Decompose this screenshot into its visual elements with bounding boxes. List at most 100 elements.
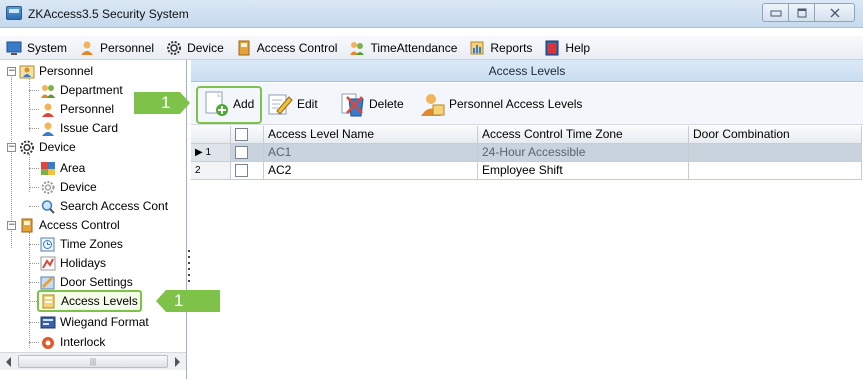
tree-node-personnel-list[interactable]: Personnel	[40, 100, 114, 118]
maximize-icon	[797, 8, 806, 17]
window-controls	[762, 3, 855, 22]
table-row[interactable]: 2 AC2 Employee Shift	[191, 162, 862, 180]
collapse-personnel-toggle[interactable]: −	[7, 67, 16, 76]
door-combination-cell[interactable]	[689, 144, 862, 162]
callout-arrow-icon	[156, 290, 166, 312]
tree-node-time-zones[interactable]: Time Zones	[40, 235, 123, 253]
search-icon	[40, 199, 56, 214]
menu-personnel[interactable]: Personnel	[73, 37, 160, 59]
header-rownum-cell	[191, 126, 231, 144]
tree-node-device[interactable]: Device	[40, 178, 97, 196]
row-checkbox[interactable]	[235, 164, 248, 177]
step-callout-tree: 1	[166, 290, 220, 312]
row-number: 2	[195, 165, 201, 176]
edit-button[interactable]: Edit	[267, 89, 318, 119]
delete-button-label: Delete	[369, 97, 404, 111]
issue-card-icon	[40, 121, 56, 136]
tree-node-interlock[interactable]: Interlock	[40, 333, 105, 351]
minimize-icon	[770, 10, 781, 16]
tree-node-door-settings-label: Door Settings	[60, 275, 133, 289]
table-row[interactable]: ▶ 1 AC1 24-Hour Accessible	[191, 144, 862, 162]
scrollbar-thumb[interactable]: |||	[18, 355, 168, 368]
menu-help[interactable]: Help	[538, 37, 596, 59]
panel-title: Access Levels	[191, 60, 863, 82]
tree-node-door-settings[interactable]: Door Settings	[40, 273, 133, 291]
tree-node-search-access-controller[interactable]: Search Access Cont	[40, 197, 168, 215]
scroll-right-arrow-icon[interactable]	[175, 357, 180, 367]
interlock-icon	[40, 335, 56, 350]
tree-node-area[interactable]: Area	[40, 159, 85, 177]
add-button[interactable]: Add	[203, 89, 254, 119]
tree-node-access-control-label: Access Control	[39, 218, 120, 232]
menu-reports[interactable]: Reports	[463, 37, 538, 59]
system-icon	[6, 40, 22, 56]
row-checkbox[interactable]	[235, 146, 248, 159]
time-zone-cell[interactable]: 24-Hour Accessible	[478, 144, 689, 162]
column-header-door-combination[interactable]: Door Combination	[689, 126, 862, 144]
delete-button[interactable]: Delete	[339, 89, 404, 119]
edit-button-label: Edit	[297, 97, 318, 111]
menu-bar: System Personnel Device Access Control T…	[0, 36, 863, 60]
tree-node-personnel[interactable]: Personnel	[19, 62, 93, 80]
menu-personnel-label: Personnel	[100, 40, 155, 55]
tree-node-department[interactable]: Department	[40, 81, 123, 99]
toolbar: Add Edit Delete Personnel Access Levels	[191, 83, 863, 125]
delete-icon	[339, 91, 365, 117]
time-zone-cell[interactable]: Employee Shift	[478, 162, 689, 180]
department-icon	[40, 83, 56, 98]
reports-icon	[469, 40, 485, 56]
tree-horizontal-scrollbar[interactable]: |||	[0, 352, 186, 370]
personnel-access-levels-label: Personnel Access Levels	[449, 97, 583, 111]
close-button[interactable]	[814, 3, 855, 22]
time-zones-icon	[40, 237, 56, 252]
access-control-icon	[236, 40, 252, 56]
tree-node-issue-card[interactable]: Issue Card	[40, 119, 118, 137]
gear-icon	[166, 40, 182, 56]
time-attendance-icon	[349, 40, 365, 56]
tree-node-wiegand-format[interactable]: Wiegand Format	[40, 313, 149, 331]
callout-arrow-icon	[180, 92, 190, 114]
menu-system-label: System	[27, 40, 68, 55]
area-icon	[40, 161, 56, 176]
collapse-device-toggle[interactable]: −	[7, 143, 16, 152]
holidays-icon	[40, 256, 56, 271]
header-checkbox-cell	[231, 126, 264, 144]
personnel-access-levels-button[interactable]: Personnel Access Levels	[419, 89, 582, 119]
help-icon	[544, 40, 560, 56]
menu-system[interactable]: System	[0, 37, 73, 59]
column-header-access-level-name[interactable]: Access Level Name	[264, 126, 478, 144]
add-button-label: Add	[233, 97, 255, 111]
wiegand-format-icon	[40, 315, 56, 330]
gear-icon	[19, 140, 35, 155]
column-header-time-zone[interactable]: Access Control Time Zone	[478, 126, 689, 144]
close-icon	[830, 8, 839, 17]
menu-device[interactable]: Device	[160, 37, 230, 59]
tree-node-access-levels[interactable]: Access Levels	[37, 290, 142, 312]
select-all-checkbox[interactable]	[235, 128, 248, 141]
step-callout-toolbar: 1	[134, 92, 180, 114]
minimize-button[interactable]	[762, 3, 789, 22]
person-icon	[40, 102, 56, 117]
door-settings-icon	[40, 275, 56, 290]
app-logo-icon	[6, 6, 22, 20]
row-checkbox-cell	[231, 162, 264, 180]
scroll-left-arrow-icon[interactable]	[6, 357, 11, 367]
tree-node-time-zones-label: Time Zones	[60, 237, 123, 251]
tree-node-department-label: Department	[60, 83, 123, 97]
tree-node-issue-card-label: Issue Card	[60, 121, 119, 135]
menu-time-attendance[interactable]: TimeAttendance	[343, 37, 463, 59]
access-level-name-cell[interactable]: AC2	[264, 162, 478, 180]
row-number-cell: 2	[191, 162, 231, 180]
tree-node-device-group[interactable]: Device	[19, 138, 76, 156]
menu-access-control[interactable]: Access Control	[230, 37, 344, 59]
door-combination-cell[interactable]	[689, 162, 862, 180]
window-title: ZKAccess3.5 Security System	[28, 7, 189, 21]
access-level-name-cell[interactable]: AC1	[264, 144, 478, 162]
title-bar: ZKAccess3.5 Security System	[0, 0, 863, 28]
tree-node-holidays[interactable]: Holidays	[40, 254, 106, 272]
maximize-button[interactable]	[788, 3, 815, 22]
menu-access-control-label: Access Control	[256, 40, 338, 55]
access-levels-icon	[41, 294, 57, 309]
collapse-access-control-toggle[interactable]: −	[7, 221, 16, 230]
tree-node-access-control[interactable]: Access Control	[19, 216, 120, 234]
